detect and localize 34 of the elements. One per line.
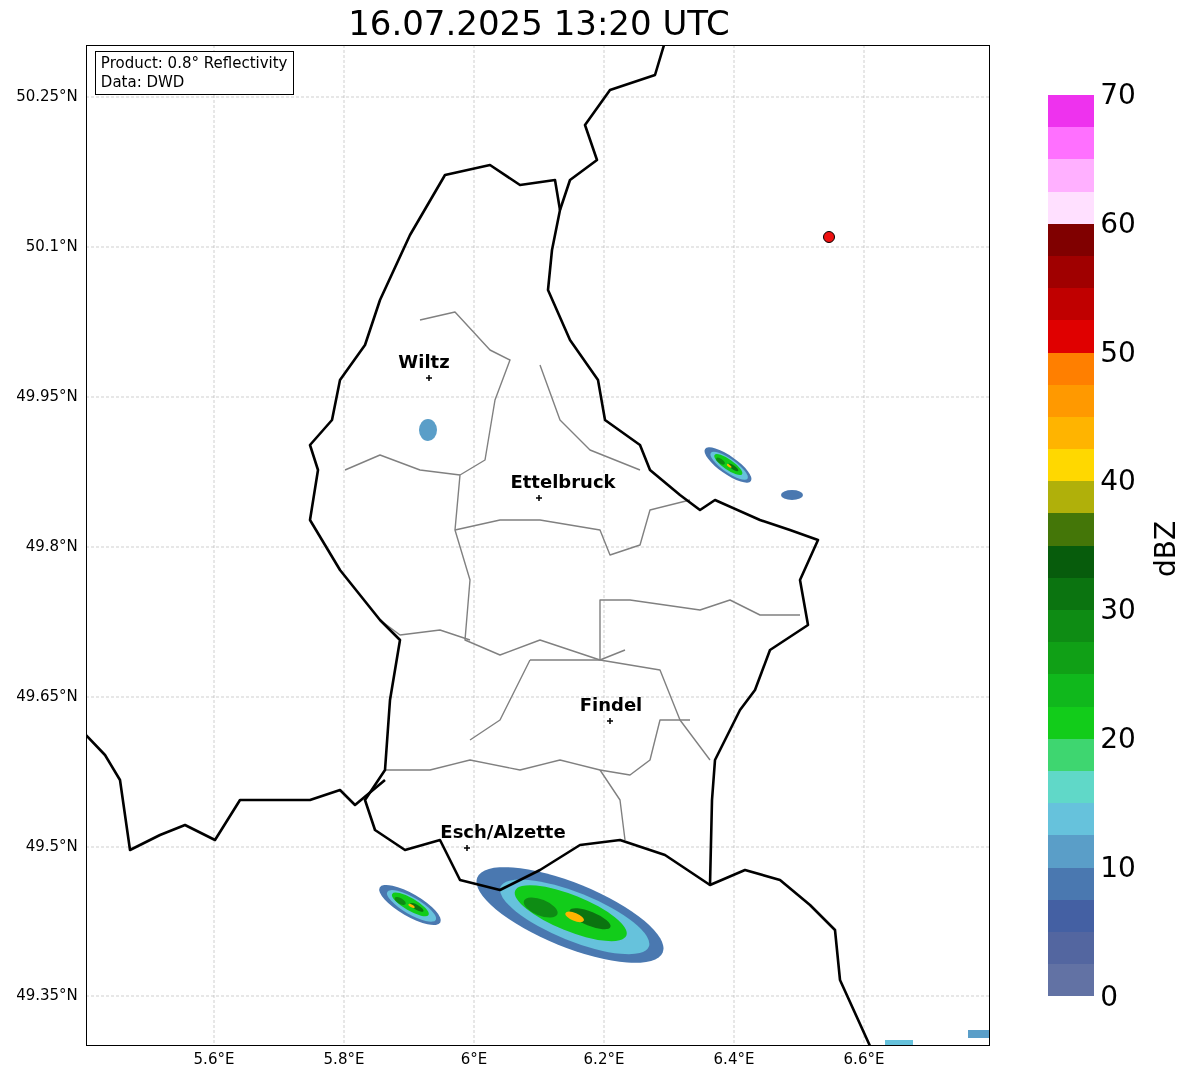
colorbar-label: dBZ — [1152, 520, 1181, 578]
axis-tick-label: 6.4°E — [713, 1052, 755, 1067]
city-marker-icon — [606, 717, 614, 725]
colorbar-tick-label: 40 — [1100, 467, 1136, 496]
axis-tick-label: 50.25°N — [16, 89, 78, 104]
colorbar-tick-label: 20 — [1100, 725, 1136, 753]
axis-tick-label: 6°E — [460, 1052, 488, 1067]
axis-tick-label: 6.2°E — [583, 1052, 625, 1067]
city-label: Findel — [579, 694, 643, 715]
colorbar-tick-label: 30 — [1100, 596, 1136, 625]
axis-tick-label: 49.8°N — [25, 539, 78, 554]
info-text: Data: DWD — [100, 73, 186, 92]
info-text: Product: 0.8° Reflectivity — [100, 54, 288, 73]
axis-tick-label: 6.6°E — [843, 1052, 885, 1067]
colorbar-tick-label: 0 — [1100, 982, 1118, 1011]
colorbar-tick-label: 60 — [1100, 209, 1136, 238]
axis-tick-label: 49.95°N — [16, 389, 78, 404]
axis-tick-label: 5.6°E — [193, 1052, 235, 1067]
location-marker — [822, 231, 835, 243]
city-label: Esch/Alzette — [440, 821, 566, 842]
axis-tick-label: 49.5°N — [25, 839, 78, 854]
city-marker-icon — [425, 374, 433, 382]
colorbar-tick-label: 70 — [1100, 81, 1136, 109]
axis-tick-label: 49.35°N — [16, 988, 78, 1003]
axis-tick-label: 49.65°N — [16, 689, 78, 704]
city-marker-icon — [535, 494, 543, 502]
colorbar-tick-label: 50 — [1100, 338, 1136, 367]
axis-tick-label: 50.1°N — [25, 239, 78, 254]
chart-title: 16.07.2025 13:20 UTC — [348, 5, 730, 40]
city-label: Ettelbruck — [510, 471, 616, 492]
city-marker-icon — [463, 844, 471, 852]
colorbar-tick-label: 10 — [1100, 853, 1136, 882]
city-label: Wiltz — [398, 351, 450, 372]
axis-tick-label: 5.8°E — [323, 1052, 365, 1067]
